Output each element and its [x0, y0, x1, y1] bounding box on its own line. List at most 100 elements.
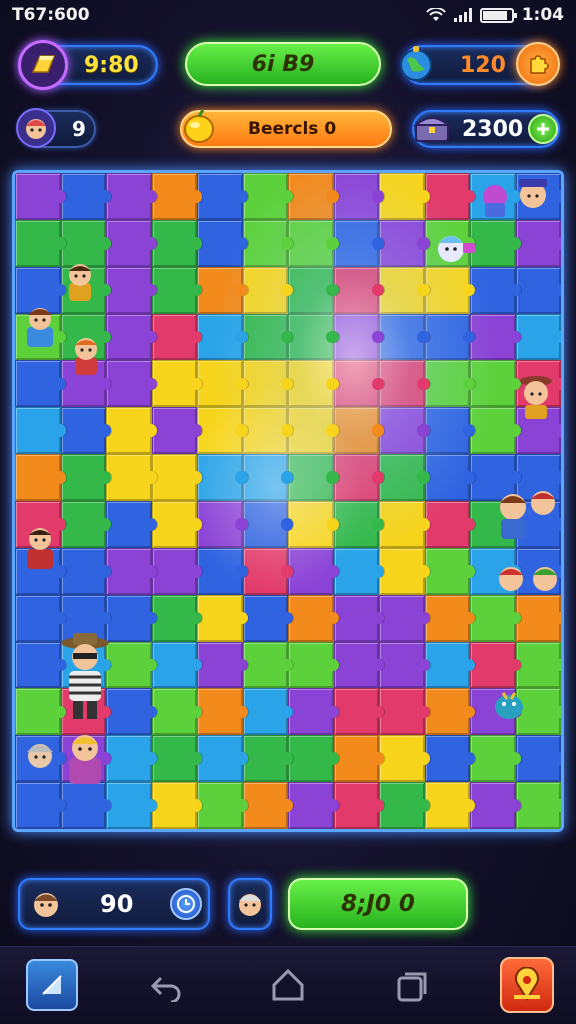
puzzle-piece[interactable] [197, 501, 248, 548]
puzzle-piece[interactable] [106, 407, 157, 455]
puzzle-piece[interactable] [424, 547, 475, 595]
puzzle-piece[interactable] [151, 173, 202, 220]
puzzle-piece[interactable] [424, 173, 475, 220]
puzzle-piece[interactable] [333, 266, 384, 314]
puzzle-piece[interactable] [288, 547, 339, 595]
puzzle-piece[interactable] [379, 266, 430, 314]
puzzle-piece[interactable] [288, 219, 339, 267]
puzzle-piece[interactable] [197, 688, 248, 736]
puzzle-piece[interactable] [60, 454, 111, 501]
puzzle-piece[interactable] [151, 735, 202, 783]
puzzle-piece[interactable] [242, 173, 293, 220]
puzzle-piece[interactable] [60, 782, 111, 829]
puzzle-piece[interactable] [151, 547, 202, 595]
puzzle-piece[interactable] [379, 735, 430, 783]
puzzle-piece[interactable] [333, 313, 384, 361]
puzzle-piece[interactable] [288, 360, 339, 408]
puzzle-piece[interactable] [333, 547, 384, 595]
puzzle-piece[interactable] [242, 688, 293, 736]
character-sprite[interactable] [491, 485, 561, 545]
puzzle-piece[interactable] [15, 594, 66, 642]
character-sprite[interactable] [19, 523, 61, 569]
puzzle-piece[interactable] [515, 735, 561, 783]
puzzle-piece[interactable] [470, 641, 521, 689]
puzzle-piece[interactable] [197, 313, 248, 361]
character-sprite[interactable] [65, 333, 107, 375]
puzzle-piece[interactable] [515, 219, 561, 267]
puzzle-piece[interactable] [15, 360, 66, 408]
puzzle-piece[interactable] [197, 173, 248, 220]
puzzle-piece[interactable] [15, 641, 66, 689]
puzzle-piece[interactable] [379, 360, 430, 408]
puzzle-piece[interactable] [15, 454, 66, 501]
puzzle-piece[interactable] [151, 688, 202, 736]
puzzle-piece[interactable] [242, 641, 293, 689]
character-sprite[interactable] [55, 633, 115, 723]
puzzle-piece[interactable] [288, 407, 339, 455]
puzzle-piece[interactable] [424, 735, 475, 783]
puzzle-piece[interactable] [424, 407, 475, 455]
character-sprite[interactable] [429, 225, 479, 271]
puzzle-piece[interactable] [197, 641, 248, 689]
puzzle-piece[interactable] [424, 454, 475, 501]
puzzle-piece[interactable] [197, 219, 248, 267]
puzzle-piece[interactable] [151, 360, 202, 408]
puzzle-piece[interactable] [106, 782, 157, 829]
puzzle-piece[interactable] [151, 641, 202, 689]
puzzle-piece[interactable] [515, 266, 561, 314]
puzzle-piece[interactable] [515, 641, 561, 689]
puzzle-piece[interactable] [288, 313, 339, 361]
add-coins-button[interactable] [528, 114, 558, 144]
puzzle-piece[interactable] [470, 313, 521, 361]
puzzle-piece[interactable] [242, 501, 293, 548]
timer-button[interactable] [170, 888, 202, 920]
puzzle-piece[interactable] [242, 594, 293, 642]
puzzle-piece[interactable] [379, 641, 430, 689]
character-sprite[interactable] [489, 685, 529, 725]
puzzle-piece[interactable] [515, 782, 561, 829]
puzzle-piece[interactable] [242, 454, 293, 501]
puzzle-piece[interactable] [242, 313, 293, 361]
character-sprite[interactable] [515, 373, 557, 419]
puzzle-piece[interactable] [333, 594, 384, 642]
recents-button[interactable] [392, 967, 432, 1007]
puzzle-piece[interactable] [60, 173, 111, 220]
character-sprite[interactable] [19, 303, 61, 347]
puzzle-piece[interactable] [197, 266, 248, 314]
character-sprite[interactable] [59, 728, 111, 788]
puzzle-piece[interactable] [333, 782, 384, 829]
puzzle-piece[interactable] [288, 266, 339, 314]
puzzle-piece[interactable] [151, 219, 202, 267]
puzzle-piece[interactable] [15, 407, 66, 455]
puzzle-piece[interactable] [288, 782, 339, 829]
puzzle-piece[interactable] [379, 313, 430, 361]
puzzle-piece[interactable] [151, 454, 202, 501]
puzzle-piece[interactable] [333, 454, 384, 501]
puzzle-piece[interactable] [197, 735, 248, 783]
puzzle-piece[interactable] [242, 360, 293, 408]
puzzle-piece[interactable] [197, 782, 248, 829]
puzzle-piece[interactable] [197, 547, 248, 595]
puzzle-piece[interactable] [106, 360, 157, 408]
hint-button[interactable] [228, 878, 272, 930]
puzzle-piece[interactable] [197, 594, 248, 642]
puzzle-piece[interactable] [242, 735, 293, 783]
puzzle-piece[interactable] [15, 173, 66, 220]
puzzle-piece[interactable] [288, 501, 339, 548]
center-score-button[interactable]: 6i B9 [185, 42, 381, 86]
puzzle-piece[interactable] [106, 501, 157, 548]
puzzle-piece[interactable] [424, 641, 475, 689]
puzzle-piece[interactable] [379, 173, 430, 220]
puzzle-piece[interactable] [333, 501, 384, 548]
home-button[interactable] [268, 965, 308, 1005]
puzzle-piece[interactable] [242, 782, 293, 829]
puzzle-board[interactable] [12, 170, 564, 832]
puzzle-piece[interactable] [15, 688, 66, 736]
puzzle-piece[interactable] [424, 360, 475, 408]
puzzle-piece[interactable] [60, 501, 111, 548]
puzzle-piece[interactable] [15, 782, 66, 829]
puzzle-piece[interactable] [379, 407, 430, 455]
puzzle-piece[interactable] [333, 360, 384, 408]
puzzle-piece[interactable] [333, 219, 384, 267]
puzzle-piece[interactable] [333, 173, 384, 220]
